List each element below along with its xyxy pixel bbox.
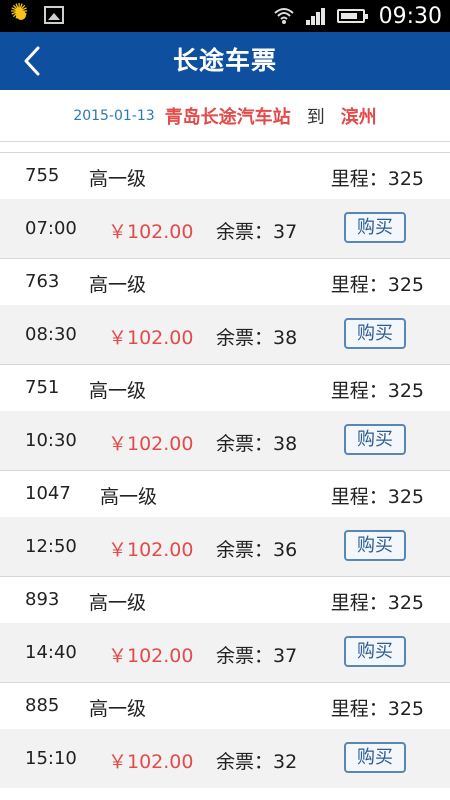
trip-number: 1047	[25, 483, 71, 504]
trip-time: 15:10	[25, 748, 77, 769]
trip-info-row: 893 高一级 里程：325	[0, 577, 450, 623]
trip-number: 751	[25, 377, 60, 398]
trip-detail-row: 08:30 ￥102.00 余票：38 购买	[0, 305, 450, 364]
trip-item: 755 高一级 里程：325 07:00 ￥102.00 余票：37 购买	[0, 152, 450, 258]
buy-button[interactable]: 购买	[344, 636, 406, 667]
status-right-icons: 09:30	[273, 0, 442, 32]
trip-distance: 里程：325	[330, 486, 424, 508]
trip-class: 高一级	[89, 274, 147, 296]
route-date: 2015-01-13	[73, 107, 155, 124]
battery-icon	[336, 9, 368, 23]
trip-seats: 余票：36	[216, 539, 298, 561]
trip-info-row: 885 高一级 里程：325	[0, 683, 450, 729]
sun-icon	[10, 2, 32, 26]
trip-item: 763 高一级 里程：325 08:30 ￥102.00 余票：38 购买	[0, 258, 450, 364]
trip-info-row: 1047 高一级 里程：325	[0, 471, 450, 517]
signal-icon	[305, 6, 327, 26]
trip-class: 高一级	[100, 486, 158, 508]
buy-button[interactable]: 购买	[344, 742, 406, 773]
buy-button[interactable]: 购买	[344, 318, 406, 349]
trip-info-row: 763 高一级 里程：325	[0, 259, 450, 305]
trip-detail-row: 10:30 ￥102.00 余票：38 购买	[0, 411, 450, 470]
trip-number: 763	[25, 271, 60, 292]
trip-price: ￥102.00	[108, 539, 194, 561]
trip-price: ￥102.00	[108, 327, 194, 349]
buy-button[interactable]: 购买	[344, 530, 406, 561]
trip-seats: 余票：32	[216, 751, 298, 773]
trip-price: ￥102.00	[108, 221, 194, 243]
trip-detail-row: 14:40 ￥102.00 余票：37 购买	[0, 623, 450, 682]
trip-class: 高一级	[89, 168, 147, 190]
gallery-icon	[44, 6, 64, 24]
trip-seats: 余票：38	[216, 433, 298, 455]
route-bar: 2015-01-13 青岛长途汽车站 到 滨州	[0, 90, 450, 142]
status-bar: 09:30	[0, 0, 450, 32]
trip-detail-row: 12:50 ￥102.00 余票：36 购买	[0, 517, 450, 576]
trip-list: 755 高一级 里程：325 07:00 ￥102.00 余票：37 购买 76…	[0, 152, 450, 788]
trip-price: ￥102.00	[108, 751, 194, 773]
trip-time: 07:00	[25, 218, 77, 239]
status-left-icons	[10, 2, 64, 26]
trip-item: 885 高一级 里程：325 15:10 ￥102.00 余票：32 购买	[0, 682, 450, 788]
buy-button[interactable]: 购买	[344, 212, 406, 243]
trip-item: 1047 高一级 里程：325 12:50 ￥102.00 余票：36 购买	[0, 470, 450, 576]
trip-number: 885	[25, 695, 60, 716]
trip-time: 08:30	[25, 324, 77, 345]
trip-seats: 余票：38	[216, 327, 298, 349]
route-destination: 滨州	[340, 106, 377, 128]
trip-info-row: 751 高一级 里程：325	[0, 365, 450, 411]
route-to-word: 到	[306, 106, 325, 128]
trip-info-row: 755 高一级 里程：325	[0, 153, 450, 199]
trip-seats: 余票：37	[216, 645, 298, 667]
trip-price: ￥102.00	[108, 645, 194, 667]
app-header: 长途车票	[0, 32, 450, 90]
wifi-icon-shape	[273, 8, 294, 24]
trip-time: 12:50	[25, 536, 77, 557]
trip-distance: 里程：325	[330, 380, 424, 402]
trip-item: 751 高一级 里程：325 10:30 ￥102.00 余票：38 购买	[0, 364, 450, 470]
route-origin: 青岛长途汽车站	[164, 106, 291, 128]
trip-item: 893 高一级 里程：325 14:40 ￥102.00 余票：37 购买	[0, 576, 450, 682]
trip-distance: 里程：325	[330, 592, 424, 614]
trip-time: 14:40	[25, 642, 77, 663]
page-title: 长途车票	[172, 46, 277, 75]
trip-number: 755	[25, 165, 60, 186]
trip-time: 10:30	[25, 430, 77, 451]
trip-distance: 里程：325	[330, 274, 424, 296]
wifi-icon	[273, 6, 295, 26]
trip-class: 高一级	[89, 698, 147, 720]
trip-class: 高一级	[89, 592, 147, 614]
trip-distance: 里程：325	[330, 698, 424, 720]
trip-detail-row: 07:00 ￥102.00 余票：37 购买	[0, 199, 450, 258]
trip-number: 893	[25, 589, 60, 610]
trip-class: 高一级	[89, 380, 147, 402]
status-time: 09:30	[378, 3, 442, 29]
trip-detail-row: 15:10 ￥102.00 余票：32 购买	[0, 729, 450, 788]
trip-price: ￥102.00	[108, 433, 194, 455]
trip-distance: 里程：325	[330, 168, 424, 190]
buy-button[interactable]: 购买	[344, 424, 406, 455]
trip-seats: 余票：37	[216, 221, 298, 243]
